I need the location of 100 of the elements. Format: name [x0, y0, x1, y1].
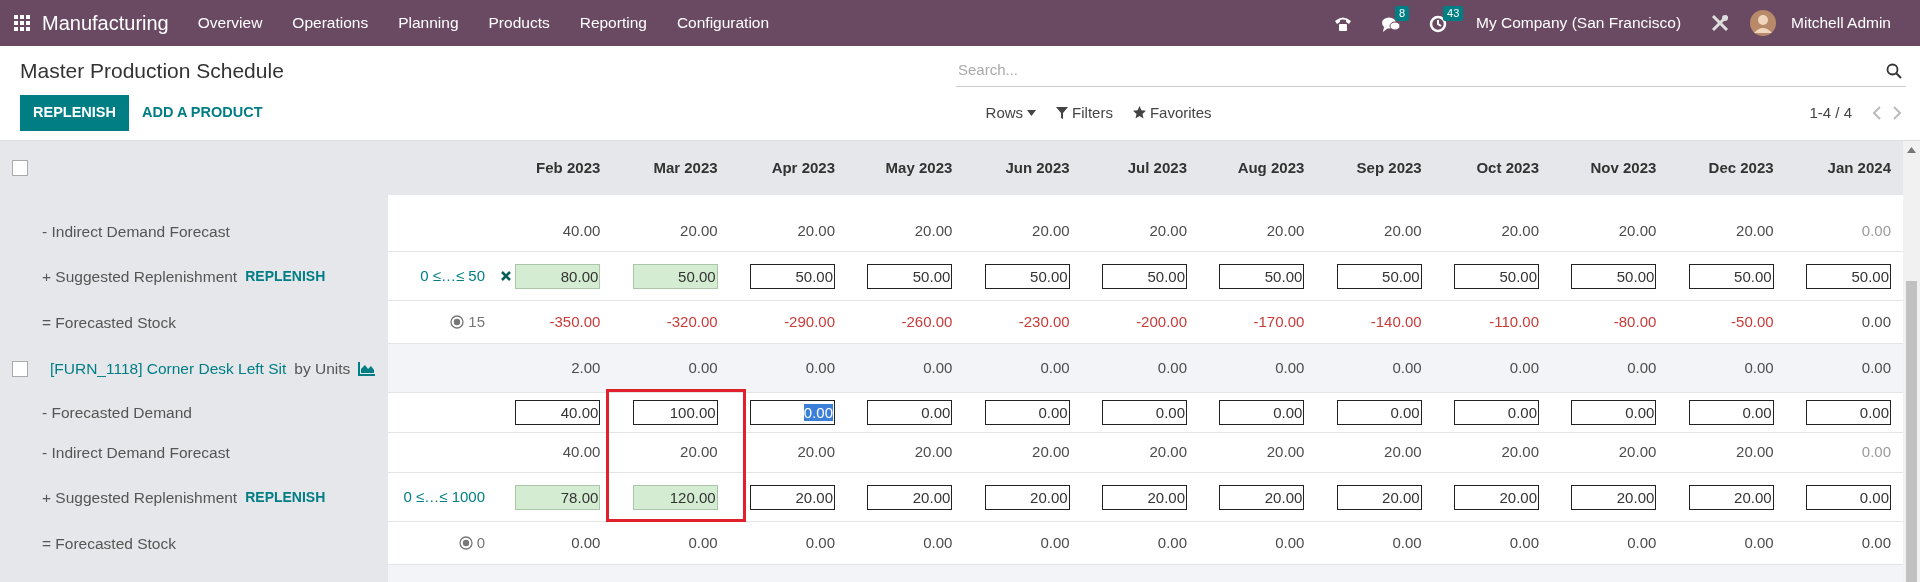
product-row[interactable]: 2.00 0.00 0.00 0.00 0.00 0.00 0.00 0.00 0.00 0.00 0.00 0.00	[388, 344, 1903, 393]
column-header: Feb 2023	[536, 157, 601, 178]
quantity-field[interactable]: 0.00	[867, 400, 953, 425]
quantity-field[interactable]: 50.00	[1336, 263, 1422, 289]
quantity-field[interactable]: 50.00	[1454, 263, 1539, 289]
row-label: - Indirect Demand Forecast	[42, 222, 230, 243]
quantity-field[interactable]: 40.00	[515, 400, 601, 425]
quantity-field[interactable]: 0.00	[1219, 400, 1305, 425]
cell-value: 0.00	[1627, 532, 1657, 553]
quantity-field[interactable]: 0.00	[1571, 400, 1657, 425]
quantity-field[interactable]: 50.00	[1219, 263, 1305, 289]
cell-value: 0.00	[1509, 357, 1539, 378]
cell-value: 0.00	[1509, 532, 1539, 553]
cell-value: 20.00	[1149, 442, 1187, 463]
replenish-link[interactable]: REPLENISH	[245, 266, 326, 287]
checkbox[interactable]	[12, 160, 28, 176]
row-label: - Indirect Demand Forecast	[42, 443, 230, 464]
quantity-field[interactable]: 20.00	[1336, 484, 1422, 510]
cell-value: 0.00	[688, 357, 718, 378]
quantity-field[interactable]: 0.00	[1806, 400, 1891, 425]
quantity-field[interactable]: 0.00	[750, 400, 835, 425]
quantity-field[interactable]: 0.00	[1454, 400, 1539, 425]
cell-value: 20.00	[797, 221, 835, 242]
column-header: Mar 2023	[653, 157, 718, 178]
quantity-field[interactable]: 0.00	[1336, 400, 1422, 425]
menu-item[interactable]: Configuration	[661, 11, 785, 35]
quantity-field[interactable]: 100.00	[632, 400, 718, 425]
cell-value: 20.00	[1618, 221, 1657, 242]
cell-value: 20.00	[1736, 221, 1774, 242]
quantity-field[interactable]: 20.00	[984, 484, 1070, 510]
quantity-field[interactable]: 50.00	[1102, 263, 1187, 289]
menu-item[interactable]: Reporting	[564, 11, 662, 35]
column-header: Jul 2023	[1127, 157, 1187, 178]
quantity-field[interactable]: 80.00	[515, 263, 601, 289]
column-header: Apr 2023	[771, 157, 835, 178]
cell-value: 0.00	[1275, 532, 1305, 553]
quantity-field[interactable]: 20.00	[1454, 484, 1539, 510]
favorites-button[interactable]: Favorites	[1122, 101, 1222, 124]
quantity-field[interactable]: 20.00	[750, 484, 835, 510]
avatar-icon[interactable]	[1750, 10, 1777, 36]
quantity-field[interactable]: 50.00	[984, 263, 1070, 289]
quantity-field[interactable]: 20.00	[1219, 484, 1305, 510]
cell-value: 0.00	[1392, 532, 1422, 553]
quantity-field[interactable]: 50.00	[632, 263, 718, 289]
cell-value: 20.00	[1618, 442, 1657, 463]
scrollbar[interactable]	[1903, 141, 1920, 582]
menu-item[interactable]: Products	[473, 11, 565, 35]
column-header: Jan 2024	[1827, 157, 1891, 178]
app-name[interactable]: Manufacturing	[30, 8, 183, 38]
quantity-field[interactable]: 120.00	[632, 484, 718, 510]
quantity-field[interactable]: 0.00	[1102, 400, 1187, 425]
column-header: Aug 2023	[1237, 157, 1305, 178]
menu-item[interactable]: Operations	[277, 11, 384, 35]
quantity-field[interactable]: 50.00	[1688, 263, 1774, 289]
area-chart-icon[interactable]	[358, 361, 377, 376]
product-link[interactable]: [FURN_1118] Corner Desk Left Sit	[50, 356, 287, 381]
add-product-button[interactable]: ADD A PRODUCT	[129, 94, 276, 131]
quantity-field[interactable]: 20.00	[1102, 484, 1187, 510]
replenish-button[interactable]: REPLENISH	[20, 94, 129, 131]
cell-value: -140.00	[1370, 311, 1422, 332]
quantity-field[interactable]: 50.00	[1571, 263, 1657, 289]
user-menu[interactable]: Mitchell Admin	[1776, 11, 1906, 35]
cell-value: 2.00	[571, 357, 601, 378]
cell-value: 0.00	[923, 357, 953, 378]
scroll-up-icon[interactable]	[1907, 147, 1916, 153]
quantity-field[interactable]: 0.00	[1806, 484, 1891, 510]
quantity-field[interactable]: 20.00	[1571, 484, 1657, 510]
quantity-field[interactable]: 50.00	[750, 263, 835, 289]
cell-value: 20.00	[1032, 221, 1070, 242]
company-switcher[interactable]: My Company (San Francisco)	[1461, 11, 1697, 35]
quantity-field[interactable]: 20.00	[1688, 484, 1774, 510]
cell-value: 20.00	[914, 442, 953, 463]
menu-item[interactable]: Planning	[383, 11, 474, 35]
rows-dropdown[interactable]: Rows	[975, 101, 1047, 124]
page-title: Master Production Schedule	[20, 58, 284, 85]
quantity-field[interactable]: 50.00	[867, 263, 953, 289]
quantity-field[interactable]: 20.00	[867, 484, 953, 510]
quantity-field[interactable]: 50.00	[1806, 263, 1891, 289]
column-header: Nov 2023	[1590, 157, 1657, 178]
filters-button[interactable]: Filters	[1046, 101, 1123, 124]
quantity-field[interactable]: 78.00	[515, 484, 601, 510]
quantity-field[interactable]: 0.00	[984, 400, 1070, 425]
cell-value: 20.00	[1266, 442, 1305, 463]
cell-value: 20.00	[914, 221, 953, 242]
quantity-field[interactable]: 0.00	[1688, 400, 1774, 425]
cell-value: 40.00	[562, 442, 601, 463]
apps-menu-icon[interactable]	[14, 15, 30, 31]
unit-label: by Units	[294, 358, 351, 379]
column-header: Dec 2023	[1708, 157, 1774, 178]
replenish-link[interactable]: REPLENISH	[245, 487, 326, 508]
reset-icon[interactable]	[501, 271, 512, 281]
cell-value: 0.00	[1861, 532, 1891, 553]
clock-icon[interactable]	[1429, 14, 1448, 33]
tools-icon[interactable]	[1710, 13, 1731, 33]
menu-item[interactable]: Overview	[182, 11, 278, 35]
cell-value: -290.00	[784, 311, 835, 332]
cell-value: 0.00	[1040, 357, 1070, 378]
cell-value: -230.00	[1018, 311, 1070, 332]
cell-value: 20.00	[1384, 221, 1422, 242]
cell-value: 0.00	[805, 532, 835, 553]
